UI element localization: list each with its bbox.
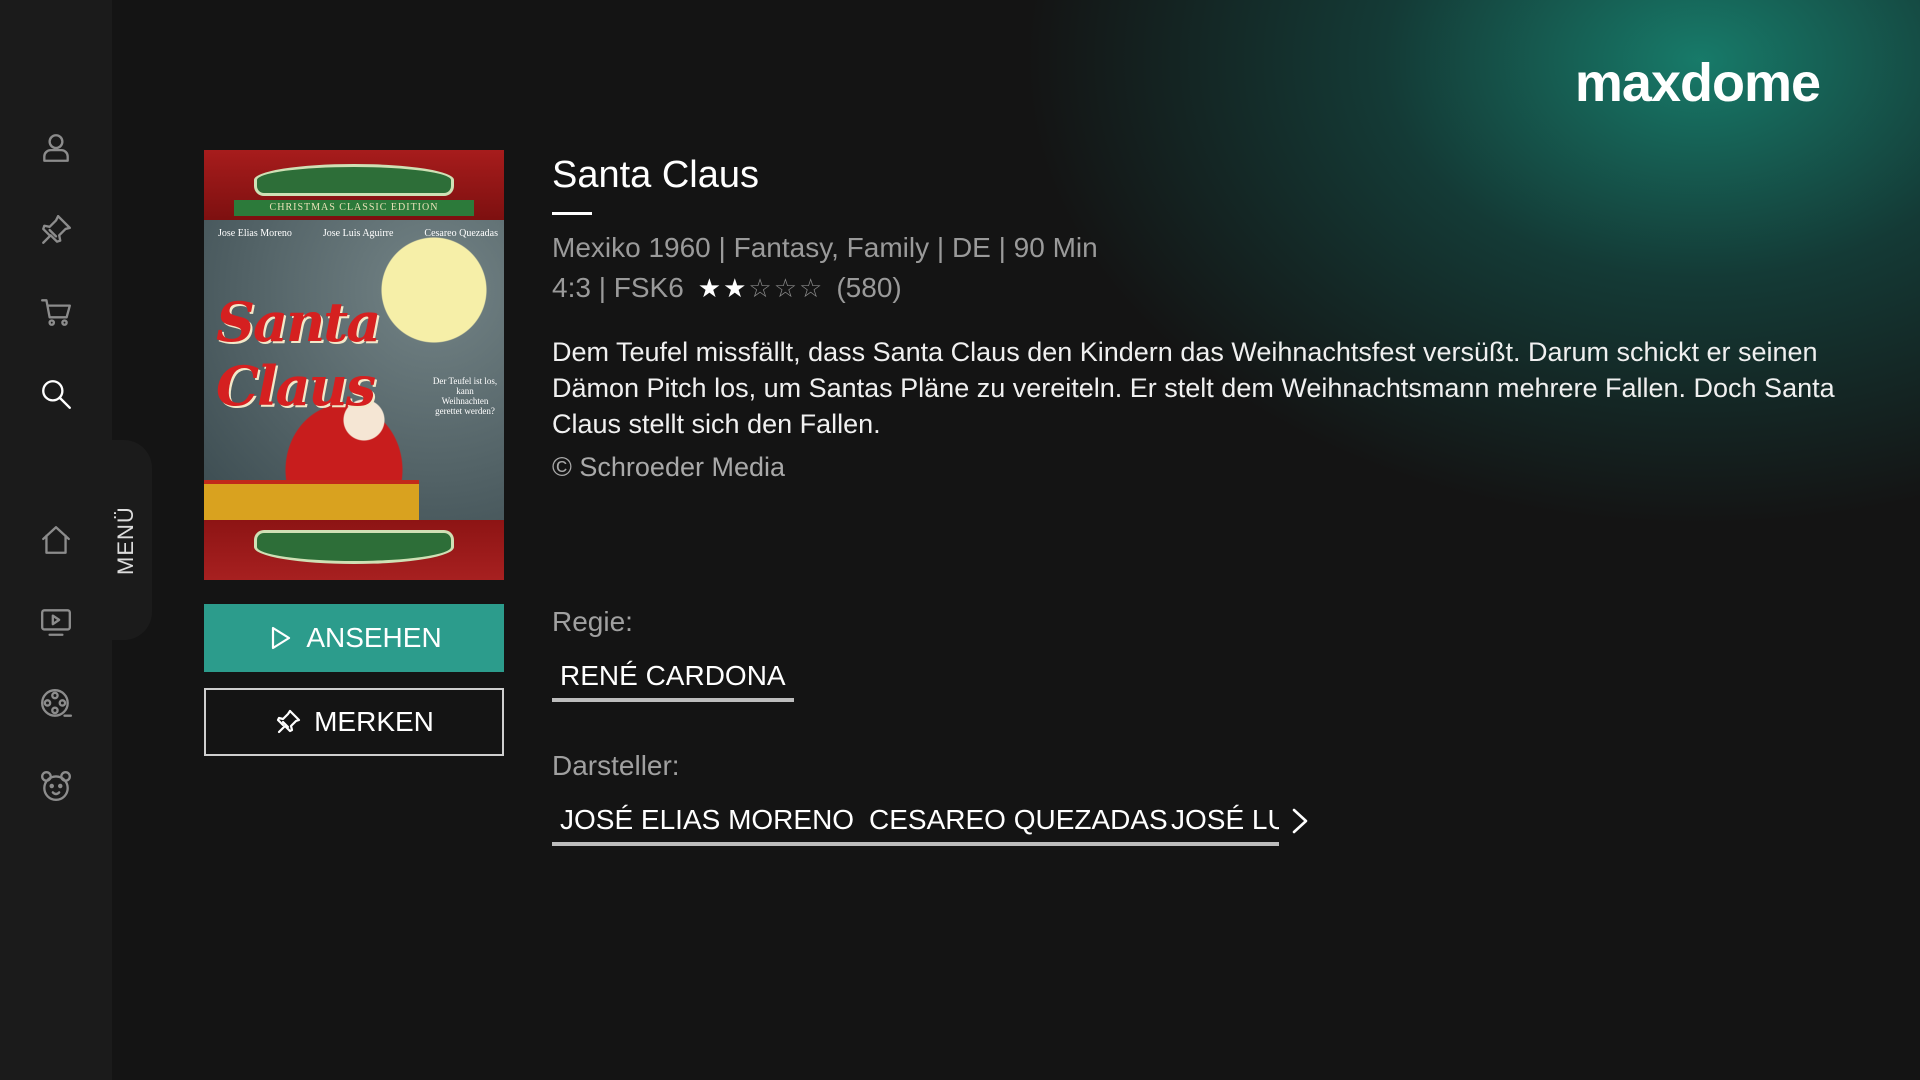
poster-banner: CHRISTMAS CLASSIC EDITION	[234, 200, 474, 216]
save-button[interactable]: MERKEN	[204, 688, 504, 756]
movie-poster: CHRISTMAS CLASSIC EDITION Jose Elias Mor…	[204, 150, 504, 580]
director-label: Regie:	[552, 606, 633, 637]
pin-icon[interactable]	[36, 210, 76, 250]
poster-sled	[204, 480, 419, 524]
poster-name: Jose Elias Moreno	[218, 228, 292, 239]
format-rating: 4:3 | FSK6	[552, 272, 684, 303]
play-icon	[272, 626, 291, 650]
star-empty-icon: ☆	[773, 273, 798, 303]
poster-ornament-bottom	[254, 530, 454, 564]
cart-icon[interactable]	[36, 292, 76, 332]
meta-line-2: 4:3 | FSK6 ★ ★ ☆ ☆ ☆ (580)	[552, 272, 902, 304]
detail-screen: MENÜ maxdome CHRISTMAS CLASSIC EDITION J…	[0, 0, 1920, 1080]
movie-description: Dem Teufel missfällt, dass Santa Claus d…	[552, 337, 1835, 439]
movie-title: Santa Claus	[552, 154, 760, 196]
poster-name: Cesareo Quezadas	[424, 228, 498, 239]
search-icon[interactable]	[36, 374, 76, 414]
title-underline	[552, 212, 592, 215]
poster-ornament-top	[254, 164, 454, 196]
cast-chip[interactable]: CESAREO QUEZADAS	[861, 800, 1176, 846]
chevron-right-icon[interactable]	[1288, 806, 1312, 836]
pin-icon	[276, 709, 301, 734]
kids-bear-icon[interactable]	[36, 766, 76, 806]
cast-chip[interactable]: JOSÉ ELIAS MORENO	[552, 800, 863, 846]
meta-line-1: Mexiko 1960 | Fantasy, Family | DE | 90 …	[552, 232, 1098, 263]
watch-button[interactable]: ANSEHEN	[204, 604, 504, 672]
star-filled-icon: ★	[723, 273, 747, 303]
user-icon[interactable]	[36, 128, 76, 168]
poster-names: Jose Elias Moreno Jose Luis Aguirre Cesa…	[218, 228, 498, 239]
star-rating: ★ ★ ☆ ☆ ☆	[698, 275, 823, 301]
menu-label[interactable]: MENÜ	[113, 506, 139, 575]
star-filled-icon: ★	[697, 273, 722, 303]
star-empty-icon: ☆	[799, 273, 823, 303]
rating-count: (580)	[836, 272, 902, 303]
film-reel-icon[interactable]	[36, 684, 76, 724]
copyright: © Schroeder Media	[552, 452, 786, 482]
save-button-label: MERKEN	[314, 706, 434, 737]
director-chip[interactable]: RENÉ CARDONA	[552, 656, 794, 702]
poster-name: Jose Luis Aguirre	[322, 228, 394, 239]
cast-label: Darsteller:	[552, 750, 680, 781]
star-empty-icon: ☆	[748, 273, 772, 303]
maxdome-logo: maxdome	[1574, 53, 1821, 113]
poster-tagline: Der Teufel ist los, kann Weihnachten ger…	[432, 376, 498, 416]
home-icon[interactable]	[36, 520, 76, 560]
tv-icon[interactable]	[36, 602, 76, 642]
cast-chip[interactable]: JOSÉ LUI	[1163, 800, 1279, 846]
sidebar	[0, 0, 112, 1080]
watch-button-label: ANSEHEN	[306, 622, 442, 653]
